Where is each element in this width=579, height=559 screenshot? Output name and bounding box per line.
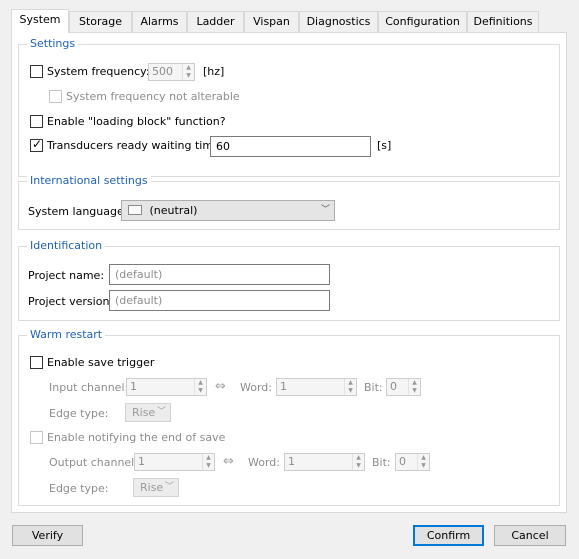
output-channel-label: Output channel:	[49, 456, 138, 469]
tab-definitions[interactable]: Definitions	[467, 11, 539, 32]
system-frequency-label: System frequency:	[47, 65, 150, 78]
tab-vispan[interactable]: Vispan	[244, 11, 299, 32]
tab-ladder[interactable]: Ladder	[187, 11, 244, 32]
link-arrows-icon: ⇔	[223, 454, 234, 469]
output-word-stepper[interactable]: 1 ▲ ▼	[284, 453, 365, 471]
system-tab-panel: Settings System frequency: 500 ▲ ▼ [hz] S…	[11, 32, 567, 513]
tab-storage[interactable]: Storage	[69, 11, 132, 32]
international-settings-legend: International settings	[27, 174, 151, 188]
output-edge-type-label: Edge type:	[49, 482, 109, 495]
spin-arrows-icon[interactable]: ▲ ▼	[182, 64, 194, 80]
verify-button[interactable]: Verify	[12, 525, 83, 546]
settings-legend: Settings	[27, 37, 79, 51]
input-channel-stepper[interactable]: 1 ▲ ▼	[126, 378, 207, 396]
input-word-value: 1	[280, 380, 287, 393]
output-bit-stepper[interactable]: 0 ▲ ▼	[395, 453, 430, 471]
confirm-button[interactable]: Confirm	[413, 525, 484, 546]
tab-configuration[interactable]: Configuration	[378, 11, 467, 32]
input-edge-type-value: Rise	[132, 406, 156, 419]
settings-group: Settings	[18, 37, 560, 177]
output-word-label: Word:	[248, 456, 280, 469]
tab-alarms[interactable]: Alarms	[132, 11, 187, 32]
enable-save-trigger-label: Enable save trigger	[47, 356, 155, 369]
warm-restart-legend: Warm restart	[27, 328, 106, 342]
input-edge-type-select[interactable]: Rise ﹀	[125, 403, 171, 422]
loading-block-label: Enable "loading block" function?	[47, 115, 226, 128]
chevron-down-icon: ﹀	[156, 407, 166, 417]
input-bit-stepper[interactable]: 0 ▲ ▼	[386, 378, 421, 396]
input-channel-label: Input channel:	[49, 381, 129, 394]
input-word-stepper[interactable]: 1 ▲ ▼	[276, 378, 357, 396]
loading-block-checkbox[interactable]	[30, 115, 43, 128]
output-bit-value: 0	[399, 455, 406, 468]
tab-diagnostics[interactable]: Diagnostics	[299, 11, 378, 32]
system-frequency-value: 500	[152, 65, 173, 78]
system-frequency-checkbox[interactable]	[30, 65, 43, 78]
system-frequency-unit: [hz]	[203, 65, 225, 78]
output-channel-value: 1	[138, 455, 145, 468]
system-frequency-stepper[interactable]: 500 ▲ ▼	[148, 63, 195, 81]
enable-notify-label: Enable notifying the end of save	[47, 431, 226, 444]
spin-arrows-icon[interactable]: ▲ ▼	[202, 454, 214, 470]
project-version-label: Project version:	[28, 295, 114, 308]
enable-save-trigger-checkbox[interactable]	[30, 356, 43, 369]
transducers-label: Transducers ready waiting time:	[47, 139, 224, 152]
project-version-input[interactable]: (default)	[109, 290, 330, 311]
output-bit-label: Bit:	[372, 456, 391, 469]
chevron-down-icon: ﹀	[320, 205, 330, 215]
system-language-value: (neutral)	[149, 204, 198, 217]
spin-arrows-icon[interactable]: ▲ ▼	[417, 454, 429, 470]
input-bit-label: Bit:	[364, 381, 383, 394]
system-language-select[interactable]: (neutral) ﹀	[121, 200, 335, 221]
transducers-unit: [s]	[377, 139, 392, 152]
input-edge-type-label: Edge type:	[49, 407, 109, 420]
cancel-button[interactable]: Cancel	[494, 525, 566, 546]
input-channel-value: 1	[130, 380, 137, 393]
output-word-value: 1	[288, 455, 295, 468]
output-channel-stepper[interactable]: 1 ▲ ▼	[134, 453, 215, 471]
project-name-label: Project name:	[28, 269, 105, 282]
spin-arrows-icon[interactable]: ▲ ▼	[408, 379, 420, 395]
transducers-checkbox[interactable]: ✓	[30, 137, 43, 152]
system-frequency-not-alterable-checkbox[interactable]	[49, 90, 62, 103]
output-edge-type-select[interactable]: Rise ﹀	[133, 478, 179, 497]
spin-arrows-icon[interactable]: ▲ ▼	[352, 454, 364, 470]
chevron-down-icon: ﹀	[164, 482, 174, 492]
input-bit-value: 0	[390, 380, 397, 393]
output-edge-type-value: Rise	[140, 481, 164, 494]
checkmark-icon: ✓	[32, 137, 43, 151]
identification-legend: Identification	[27, 239, 106, 253]
spin-arrows-icon[interactable]: ▲ ▼	[344, 379, 356, 395]
project-name-input[interactable]: (default)	[109, 264, 330, 285]
transducers-waiting-time-input[interactable]: 60	[210, 136, 371, 157]
spin-arrows-icon[interactable]: ▲ ▼	[194, 379, 206, 395]
language-flag-icon	[128, 205, 142, 215]
system-frequency-not-alterable-label: System frequency not alterable	[66, 90, 240, 103]
enable-notify-checkbox[interactable]	[30, 431, 43, 444]
system-language-label: System language:	[28, 205, 128, 218]
tab-system[interactable]: System	[11, 9, 69, 33]
link-arrows-icon: ⇔	[215, 379, 226, 394]
input-word-label: Word:	[240, 381, 272, 394]
